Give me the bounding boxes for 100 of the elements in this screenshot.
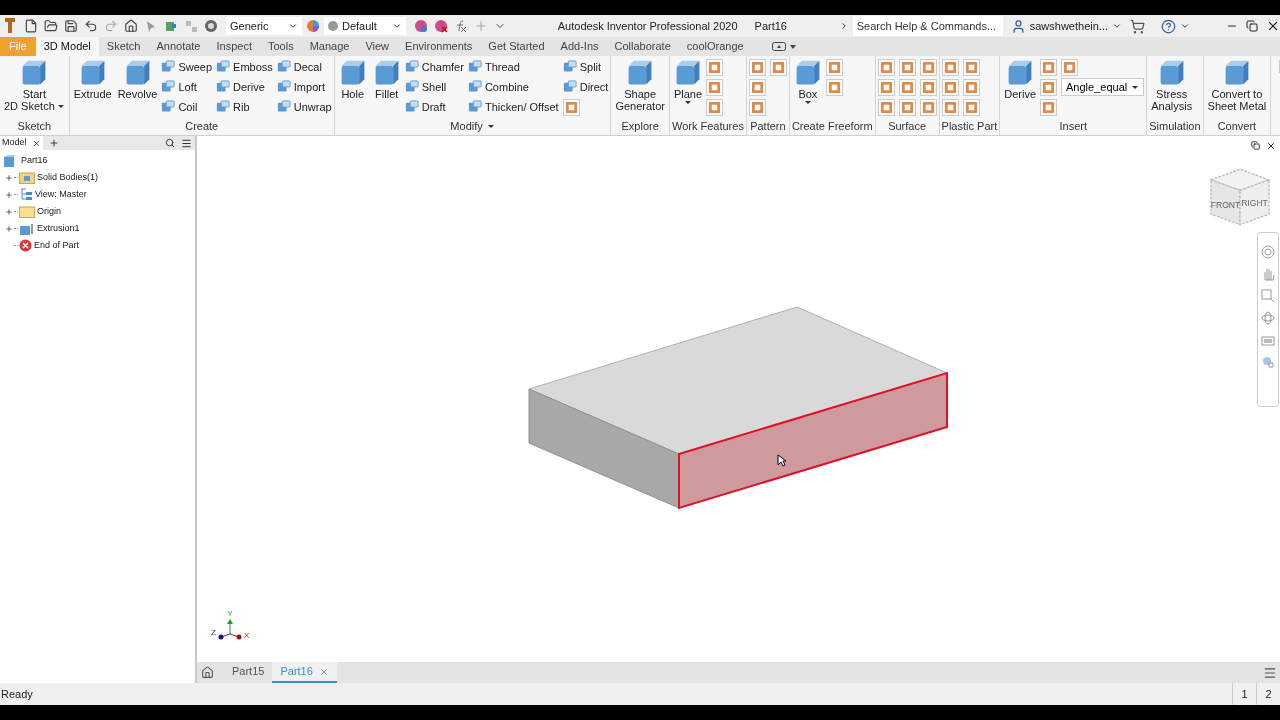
- tree-item[interactable]: Part16: [3, 152, 195, 169]
- ribbon-large-button[interactable]: Shape Generator: [613, 56, 667, 112]
- ribbon-large-button[interactable]: Hole: [336, 56, 369, 100]
- panel-title[interactable]: Simulation: [1149, 118, 1201, 135]
- pan-icon[interactable]: [1261, 267, 1275, 281]
- user-icon[interactable]: [1010, 18, 1026, 34]
- tool-button[interactable]: [941, 78, 959, 96]
- panel-title[interactable]: Create Freeform: [791, 118, 873, 135]
- ribbon-small-button[interactable]: Thread: [467, 57, 559, 77]
- search-field[interactable]: Search Help & Commands...: [852, 16, 1003, 36]
- open-folder-icon[interactable]: [44, 19, 58, 33]
- ribbon-small-button[interactable]: Sweep: [161, 57, 213, 77]
- panel-title[interactable]: Plastic Part: [941, 118, 998, 135]
- tool-button[interactable]: [562, 98, 580, 116]
- user-name[interactable]: sawshwethein...: [1029, 17, 1108, 35]
- tool-button[interactable]: [748, 78, 766, 96]
- ribbon-tab[interactable]: Annotate: [148, 37, 209, 56]
- ribbon-small-button[interactable]: Loft: [161, 77, 213, 97]
- ribbon-small-button[interactable]: Thicken/ Offset: [467, 97, 559, 117]
- expand-icon[interactable]: [4, 173, 13, 182]
- parameter-dropdown[interactable]: Angle_equal: [1061, 78, 1145, 96]
- ribbon-large-button[interactable]: Revolve: [115, 56, 160, 100]
- menu-icon[interactable]: [181, 137, 192, 149]
- model-tab[interactable]: Model: [0, 136, 43, 150]
- tool-button[interactable]: [877, 98, 895, 116]
- ribbon-small-button[interactable]: Decal: [276, 57, 332, 77]
- ribbon-small-button[interactable]: Shell: [404, 77, 464, 97]
- steering-wheel-icon[interactable]: [1261, 245, 1275, 259]
- app-logo-icon[interactable]: [4, 17, 16, 35]
- new-file-icon[interactable]: [24, 19, 38, 33]
- ribbon-tab[interactable]: Sketch: [98, 37, 149, 56]
- tool-button[interactable]: [898, 78, 916, 96]
- ribbon-tab[interactable]: Manage: [301, 37, 358, 56]
- ribbon-large-button[interactable]: Box: [791, 56, 824, 105]
- ribbon-small-button[interactable]: Rib: [216, 97, 273, 117]
- tool-button[interactable]: [877, 78, 895, 96]
- cart-icon[interactable]: [1130, 18, 1145, 34]
- restore-icon[interactable]: [1246, 20, 1258, 32]
- panel-title[interactable]: Sketch: [17, 118, 52, 135]
- close-tab-icon[interactable]: [318, 666, 329, 677]
- tool-button[interactable]: [748, 58, 766, 76]
- tool-button[interactable]: [1040, 98, 1058, 116]
- tool-button[interactable]: [919, 98, 937, 116]
- adjust-appearance-icon[interactable]: [414, 19, 428, 33]
- zoom-icon[interactable]: [1261, 289, 1275, 303]
- panel-title[interactable]: Insert: [1059, 118, 1087, 135]
- update-icon[interactable]: [164, 19, 178, 33]
- ribbon-large-button[interactable]: Start 2D Sketch: [2, 56, 67, 112]
- view-cube-drawing[interactable]: FRONT RIGHT: [1205, 164, 1275, 230]
- tool-button[interactable]: [877, 58, 895, 76]
- tool-button[interactable]: [962, 78, 980, 96]
- tool-button[interactable]: [941, 98, 959, 116]
- ribbon-large-button[interactable]: Derive: [1002, 56, 1039, 100]
- home-icon[interactable]: [201, 666, 214, 679]
- panel-title[interactable]: Convert: [1217, 118, 1257, 135]
- tool-button[interactable]: [1040, 78, 1058, 96]
- ribbon-small-button[interactable]: Split: [562, 57, 609, 77]
- panel-title[interactable]: Work Features: [671, 118, 744, 135]
- ribbon-tab[interactable]: coolOrange: [678, 37, 752, 56]
- ribbon-tab[interactable]: Collaborate: [606, 37, 679, 56]
- panel-menu-caret-icon[interactable]: [486, 124, 495, 130]
- panel-title[interactable]: Pattern: [750, 118, 786, 135]
- panel-title[interactable]: Create: [185, 118, 219, 135]
- tool-button[interactable]: [1040, 58, 1058, 76]
- tree-item[interactable]: End of Part: [34, 238, 80, 253]
- tree-item[interactable]: Extrusion1: [37, 221, 80, 236]
- panel-title[interactable]: Modify: [450, 118, 495, 135]
- redo-icon[interactable]: [104, 19, 118, 33]
- ribbon-tab[interactable]: Environments: [397, 37, 481, 56]
- tool-button[interactable]: [919, 58, 937, 76]
- save-icon[interactable]: [64, 19, 78, 33]
- tool-button[interactable]: [962, 58, 980, 76]
- tree-item[interactable]: View: Master: [35, 187, 87, 202]
- grid-icon[interactable]: [184, 19, 198, 33]
- expand-icon[interactable]: [4, 224, 13, 233]
- plus-icon[interactable]: [474, 19, 488, 33]
- search-icon[interactable]: [165, 138, 175, 148]
- tool-button[interactable]: [748, 98, 766, 116]
- panel-title[interactable]: Surface: [888, 118, 927, 135]
- view-face-icon[interactable]: [1261, 355, 1275, 369]
- ribbon-small-button[interactable]: Draft: [404, 97, 464, 117]
- ribbon-small-button[interactable]: Combine: [467, 77, 559, 97]
- ribbon-tab[interactable]: Get Started: [480, 37, 553, 56]
- panel-title[interactable]: Explore: [621, 118, 659, 135]
- ribbon-tab[interactable]: Tools: [259, 37, 302, 56]
- tool-button[interactable]: [898, 58, 916, 76]
- ribbon-small-button[interactable]: Direct: [562, 77, 609, 97]
- home-icon[interactable]: [124, 19, 138, 33]
- ribbon-large-button[interactable]: Fillet: [370, 56, 403, 100]
- ribbon-large-button[interactable]: Plane: [671, 56, 705, 105]
- tool-button[interactable]: [962, 98, 980, 116]
- ribbon-small-button[interactable]: Coil: [161, 97, 213, 117]
- checker-ball-icon[interactable]: [204, 19, 218, 33]
- ribbon-large-button[interactable]: Stress Analysis: [1149, 56, 1195, 112]
- help-caret-icon[interactable]: [1180, 21, 1190, 31]
- style-dropdown[interactable]: Default: [324, 17, 406, 35]
- ribbon-small-button[interactable]: Import: [276, 77, 332, 97]
- close-icon[interactable]: [1266, 19, 1280, 33]
- tool-button[interactable]: [706, 78, 724, 96]
- add-tab-icon[interactable]: [48, 138, 59, 148]
